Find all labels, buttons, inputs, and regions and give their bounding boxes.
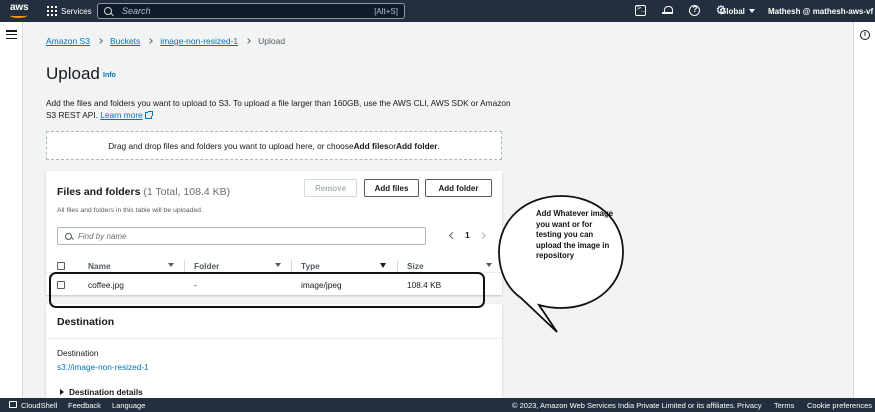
caret-right-icon <box>60 389 64 395</box>
dropzone-add-folder: Add folder <box>396 140 438 151</box>
aws-smile-icon <box>10 13 27 18</box>
region-selector[interactable]: Global <box>720 0 755 22</box>
info-link[interactable]: Info <box>103 72 116 79</box>
add-folder-button[interactable]: Add folder <box>425 179 492 197</box>
page-number[interactable]: 1 <box>465 230 470 240</box>
breadcrumb-current: Upload <box>258 36 286 46</box>
filter-placeholder: Find by name <box>78 231 127 241</box>
learn-more-label: Learn more <box>100 110 143 120</box>
destination-title: Destination <box>57 316 115 328</box>
dropzone-add-files: Add files <box>353 140 389 151</box>
learn-more-link[interactable]: Learn more <box>100 110 153 120</box>
chevron-right-icon[interactable] <box>478 231 486 239</box>
chevron-right-icon <box>147 38 154 44</box>
destination-label: Destination <box>57 348 99 358</box>
annotation-highlight <box>49 272 485 308</box>
destination-details-toggle[interactable]: Destination details <box>60 387 143 397</box>
page-title: Upload <box>46 64 100 83</box>
account-label: Mathesh @ mathesh-aws-vf <box>768 6 874 16</box>
chevron-right-icon <box>245 38 251 44</box>
top-navigation: aws Services Search [Alt+S] ⚙ Global Mat… <box>0 0 875 22</box>
column-divider <box>184 260 185 272</box>
breadcrumb-amazon-s3[interactable]: Amazon S3 <box>46 36 90 46</box>
footer-copyright: © 2023, Amazon Web Services India Privat… <box>512 401 736 410</box>
footer-privacy[interactable]: Privacy <box>737 401 762 410</box>
column-divider <box>291 260 292 272</box>
menu-icon[interactable] <box>6 30 17 39</box>
add-files-button[interactable]: Add files <box>364 179 419 197</box>
search-icon <box>65 232 72 240</box>
dropzone-prefix: Drag and drop files and folders you want… <box>108 140 354 151</box>
column-name[interactable]: Name <box>88 261 111 271</box>
footer-cookies[interactable]: Cookie preferences <box>807 401 872 410</box>
breadcrumb-buckets[interactable]: Buckets <box>110 36 140 46</box>
sort-icon[interactable] <box>380 263 386 268</box>
pagination: 1 <box>448 230 486 240</box>
divider <box>46 338 502 339</box>
panel-title-text: Files and folders <box>57 186 141 198</box>
bell-icon[interactable] <box>662 5 673 16</box>
grid-icon <box>47 6 57 16</box>
search-shortcut: [Alt+S] <box>374 6 398 16</box>
info-icon[interactable]: i <box>860 30 870 40</box>
account-menu[interactable]: Mathesh @ mathesh-aws-vf <box>768 0 875 22</box>
sort-icon[interactable] <box>168 263 174 267</box>
find-by-name-input[interactable]: Find by name <box>57 227 426 245</box>
aws-logo[interactable]: aws <box>9 2 31 20</box>
cloudshell-icon[interactable] <box>635 4 646 16</box>
aws-logo-text: aws <box>10 2 29 13</box>
footer-cloudshell[interactable]: CloudShell <box>21 401 57 410</box>
chevron-right-icon <box>97 38 103 44</box>
search-icon <box>104 7 112 15</box>
table-header: Name Folder Type Size <box>46 259 502 273</box>
annotation-text: Add Whatever image you want or for testi… <box>536 209 614 260</box>
cloudshell-icon[interactable] <box>9 401 17 408</box>
breadcrumb-bucket[interactable]: image-non-resized-1 <box>160 36 238 46</box>
destination-link[interactable]: s3://image-non-resized-1 <box>57 362 149 372</box>
external-link-icon <box>144 111 153 119</box>
region-label: Global <box>720 6 745 16</box>
select-all-checkbox[interactable] <box>57 262 65 270</box>
chevron-down-icon <box>748 9 755 13</box>
page-description: Add the files and folders you want to up… <box>46 97 516 121</box>
destination-panel: Destination Destination s3://image-non-r… <box>46 304 502 398</box>
footer-language[interactable]: Language <box>112 401 145 410</box>
column-folder[interactable]: Folder <box>194 261 219 271</box>
dropzone-or: or <box>388 140 396 151</box>
column-size[interactable]: Size <box>407 261 424 271</box>
side-navigation-rail <box>0 22 23 398</box>
services-menu[interactable]: Services <box>47 0 92 22</box>
breadcrumb: Amazon S3 Buckets image-non-resized-1 Up… <box>46 36 285 46</box>
search-placeholder: Search <box>122 6 151 16</box>
services-label: Services <box>61 6 92 16</box>
chevron-left-icon[interactable] <box>448 231 457 239</box>
dropzone-suffix: . <box>437 140 440 151</box>
panel-subtitle: All files and folders in this table will… <box>57 207 203 214</box>
search-input[interactable]: Search [Alt+S] <box>97 3 405 19</box>
help-icon[interactable] <box>689 5 700 16</box>
destination-details-label: Destination details <box>69 387 143 397</box>
footer-terms[interactable]: Terms <box>774 401 794 410</box>
panel-count: (1 Total, 108.4 KB) <box>143 186 231 198</box>
tools-rail: i <box>853 22 875 398</box>
column-divider <box>397 260 398 272</box>
footer: CloudShell Feedback Language © 2023, Ama… <box>0 398 875 412</box>
panel-title: Files and folders (1 Total, 108.4 KB) <box>57 186 230 198</box>
sort-icon[interactable] <box>275 263 281 267</box>
remove-button[interactable]: Remove <box>304 179 357 197</box>
sort-icon[interactable] <box>486 263 492 267</box>
footer-feedback[interactable]: Feedback <box>68 401 101 410</box>
drop-zone[interactable]: Drag and drop files and folders you want… <box>46 131 502 160</box>
column-type[interactable]: Type <box>301 261 320 271</box>
